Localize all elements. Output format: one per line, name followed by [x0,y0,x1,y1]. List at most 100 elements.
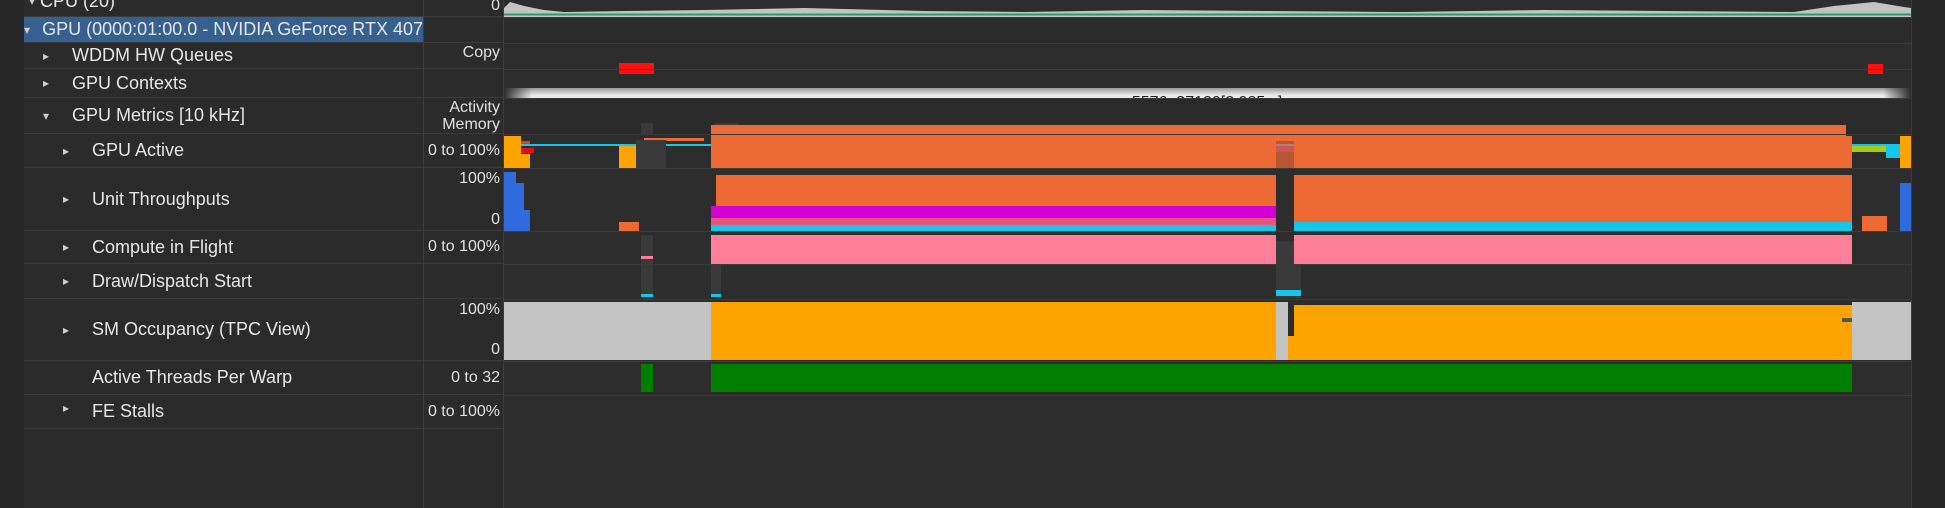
chevron-right-icon[interactable]: ▸ [58,323,74,337]
dispatch-idle [711,265,721,298]
scale-min-label: 0 [491,0,500,14]
sm-occupancy-idle [1276,302,1288,360]
sm-occupancy-bar [1288,336,1294,360]
tree-row-compute-in-flight[interactable]: ▸ Compute in Flight [24,231,423,264]
tree-row-cpu[interactable]: ▾ CPU (20) [24,0,423,17]
compute-idle [641,235,653,264]
tree-row-draw-dispatch-start[interactable]: ▸ Draw/Dispatch Start [24,264,423,299]
tree-row-active-threads-per-warp[interactable]: ▸ Active Threads Per Warp [24,361,423,395]
left-gutter [0,0,24,508]
chevron-right-icon[interactable]: ▸ [58,192,74,206]
throughput-bar [524,210,530,231]
tree-row-gpu[interactable]: ▾ GPU (0000:01:00.0 - NVIDIA GeForce RTX… [24,17,423,43]
throughput-cyan [1294,222,1852,231]
tree-row-fe-stalls[interactable]: ▸ FE Stalls [24,395,423,429]
throughput-bar [504,172,516,231]
hw-queue-copy-event[interactable] [619,63,654,74]
gpu-active-idle [636,140,666,168]
tree-row-label: GPU Contexts [72,72,188,93]
scale-contexts [424,69,503,98]
scale-hw-queues: Copy [424,43,503,69]
scale-memory-label: Memory [442,116,500,133]
scale-activity-label: Activity [449,99,500,116]
gpu-active-bar [1294,136,1852,168]
scale-throughputs: 100% 0 [424,168,503,231]
tree-row-unit-throughputs[interactable]: ▸ Unit Throughputs [24,168,423,231]
compute-idle [1276,241,1294,264]
tree-row-wddm-hw-queues[interactable]: ▸ WDDM HW Queues [24,43,423,69]
tree-row-label: CPU (20) [40,0,116,11]
fe-stalls-row-bg [504,396,1911,408]
dispatch-start-marker [641,294,653,297]
scale-fe-stalls: 0 to 100% [424,395,503,429]
tree-row-label: GPU Metrics [10 kHz] [72,105,246,125]
scale-max-label: 100% [459,170,500,187]
chevron-down-icon[interactable]: ▾ [24,0,40,8]
throughput-bar [516,183,524,231]
scale-compute-in-flight: 0 to 100% [424,231,503,264]
compute-in-flight-bar [711,235,1276,264]
chevron-right-icon[interactable]: ▸ [58,401,74,415]
sm-occupancy-idle [504,302,711,360]
scale-column: 0 Copy Activity Memory 0 to 100% 100% 0 … [424,0,504,508]
gpu-active-bar [711,136,1276,168]
scale-max-label: 100% [459,301,500,318]
tree-row-gpu-metrics[interactable]: ▾ GPU Metrics [10 kHz] [24,98,423,134]
scale-gpu [424,17,503,43]
gpu-active-bar [1900,136,1911,168]
throughput-bar [619,222,639,231]
gpu-active-dip [1276,136,1294,168]
tree-row-label: FE Stalls [92,401,165,421]
threads-per-warp-bar [711,364,1852,392]
throughput-bar [1862,216,1887,231]
scale-draw-dispatch [424,264,503,299]
scale-min-label: 0 [491,211,500,228]
threads-per-warp-bar [641,364,653,392]
tree-row-label: Active Threads Per Warp [92,367,293,387]
gpu-active-bar [504,136,521,168]
scale-min-label: 0 [491,341,500,358]
scale-range-label: 0 to 100% [427,142,500,159]
chevron-right-icon[interactable]: ▸ [38,49,54,63]
gpu-active-bar [521,154,530,168]
compute-in-flight-bar [1294,235,1852,264]
tree-row-label: GPU Active [92,140,185,160]
chevron-right-icon[interactable]: ▸ [58,240,74,254]
tree-row-label: Unit Throughputs [92,188,230,209]
throughput-bar [1900,183,1911,231]
tree-row-label: Compute in Flight [92,236,234,257]
tree-row-label: WDDM HW Queues [72,45,234,65]
tree-row-label: Draw/Dispatch Start [92,270,253,291]
timeline-tree-panel: ▾ CPU (20) ▾ GPU (0000:01:00.0 - NVIDIA … [24,0,424,508]
tree-row-gpu-contexts[interactable]: ▸ GPU Contexts [24,69,423,98]
gpu-row-bg [504,18,1911,43]
chevron-down-icon[interactable]: ▾ [24,23,30,37]
chevron-right-icon[interactable]: ▸ [58,144,74,158]
scale-sm-occupancy: 100% 0 [424,299,503,361]
dispatch-start-marker [1276,290,1301,296]
sm-occupancy-mark [1842,318,1852,322]
dispatch-idle [641,265,653,298]
scale-gpu-active: 0 to 100% [424,134,503,168]
tree-row-label: GPU (0000:01:00.0 - NVIDIA GeForce RTX 4… [42,19,423,39]
sm-occupancy-bar [1294,305,1852,360]
vertical-scrollbar[interactable] [1911,0,1945,508]
sm-occupancy-bar [711,302,1276,360]
scale-label: Copy [462,44,500,61]
timeline-area[interactable]: 5576, 37120[2.925 s] [504,0,1911,508]
scale-cpu: 0 [424,0,503,17]
chevron-right-icon[interactable]: ▸ [58,274,74,288]
throughput-yellow [711,218,1276,225]
chevron-right-icon[interactable]: ▸ [38,76,54,90]
tree-row-gpu-active[interactable]: ▸ GPU Active [24,134,423,168]
dispatch-start-marker [711,294,721,297]
chevron-down-icon[interactable]: ▾ [38,109,54,123]
scale-range-label: 0 to 100% [427,238,500,255]
tree-row-sm-occupancy[interactable]: ▸ SM Occupancy (TPC View) [24,299,423,361]
scale-metrics: Activity Memory [424,98,503,134]
sm-occupancy-idle [1852,302,1911,360]
tree-row-label: SM Occupancy (TPC View) [92,319,311,339]
timeline-canvas[interactable]: 5576, 37120[2.925 s] [504,0,1911,508]
scale-range-label: 0 to 100% [427,403,500,420]
compute-in-flight-bar [641,256,653,259]
